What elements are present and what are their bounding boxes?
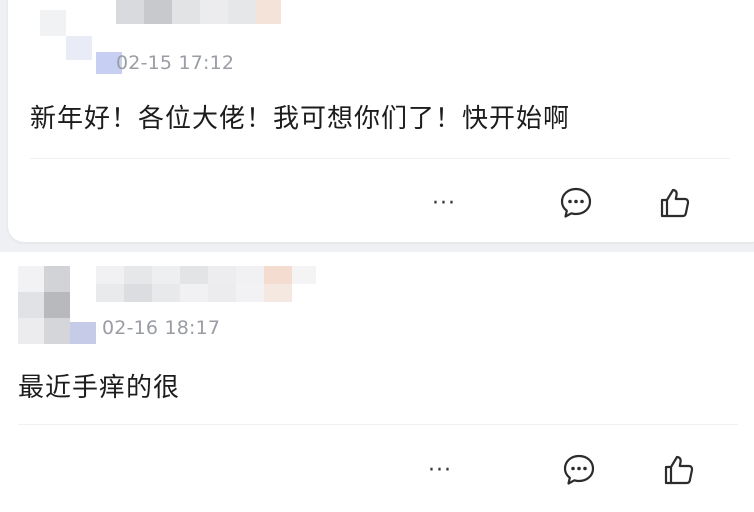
comment-text: 最近手痒的很	[18, 373, 181, 403]
more-icon: ···	[428, 457, 452, 483]
divider	[18, 424, 738, 425]
blurred-username	[116, 0, 306, 24]
more-button[interactable]: ···	[420, 454, 460, 486]
like-icon	[660, 188, 690, 218]
blurred-avatar	[40, 10, 122, 74]
comment-time: 02-15 17:12	[116, 52, 235, 74]
comment-time: 02-16 18:17	[102, 317, 221, 339]
like-button[interactable]	[661, 452, 697, 488]
comment-card: 02-16 18:17 最近手痒的很 ···	[0, 252, 754, 512]
comment-text: 新年好！各位大佬！我可想你们了！快开始啊	[30, 104, 571, 134]
blurred-username	[96, 266, 316, 302]
comment-button[interactable]	[558, 185, 594, 221]
more-button[interactable]: ···	[424, 187, 464, 219]
comment-icon	[563, 454, 595, 485]
comment-icon	[560, 187, 592, 218]
comment-card: 02-15 17:12 新年好！各位大佬！我可想你们了！快开始啊 ···	[8, 0, 754, 242]
like-button[interactable]	[657, 185, 693, 221]
comment-button[interactable]	[561, 452, 597, 488]
divider	[30, 158, 730, 159]
more-icon: ···	[432, 190, 456, 216]
blurred-avatar	[18, 266, 108, 346]
like-icon	[664, 455, 694, 485]
